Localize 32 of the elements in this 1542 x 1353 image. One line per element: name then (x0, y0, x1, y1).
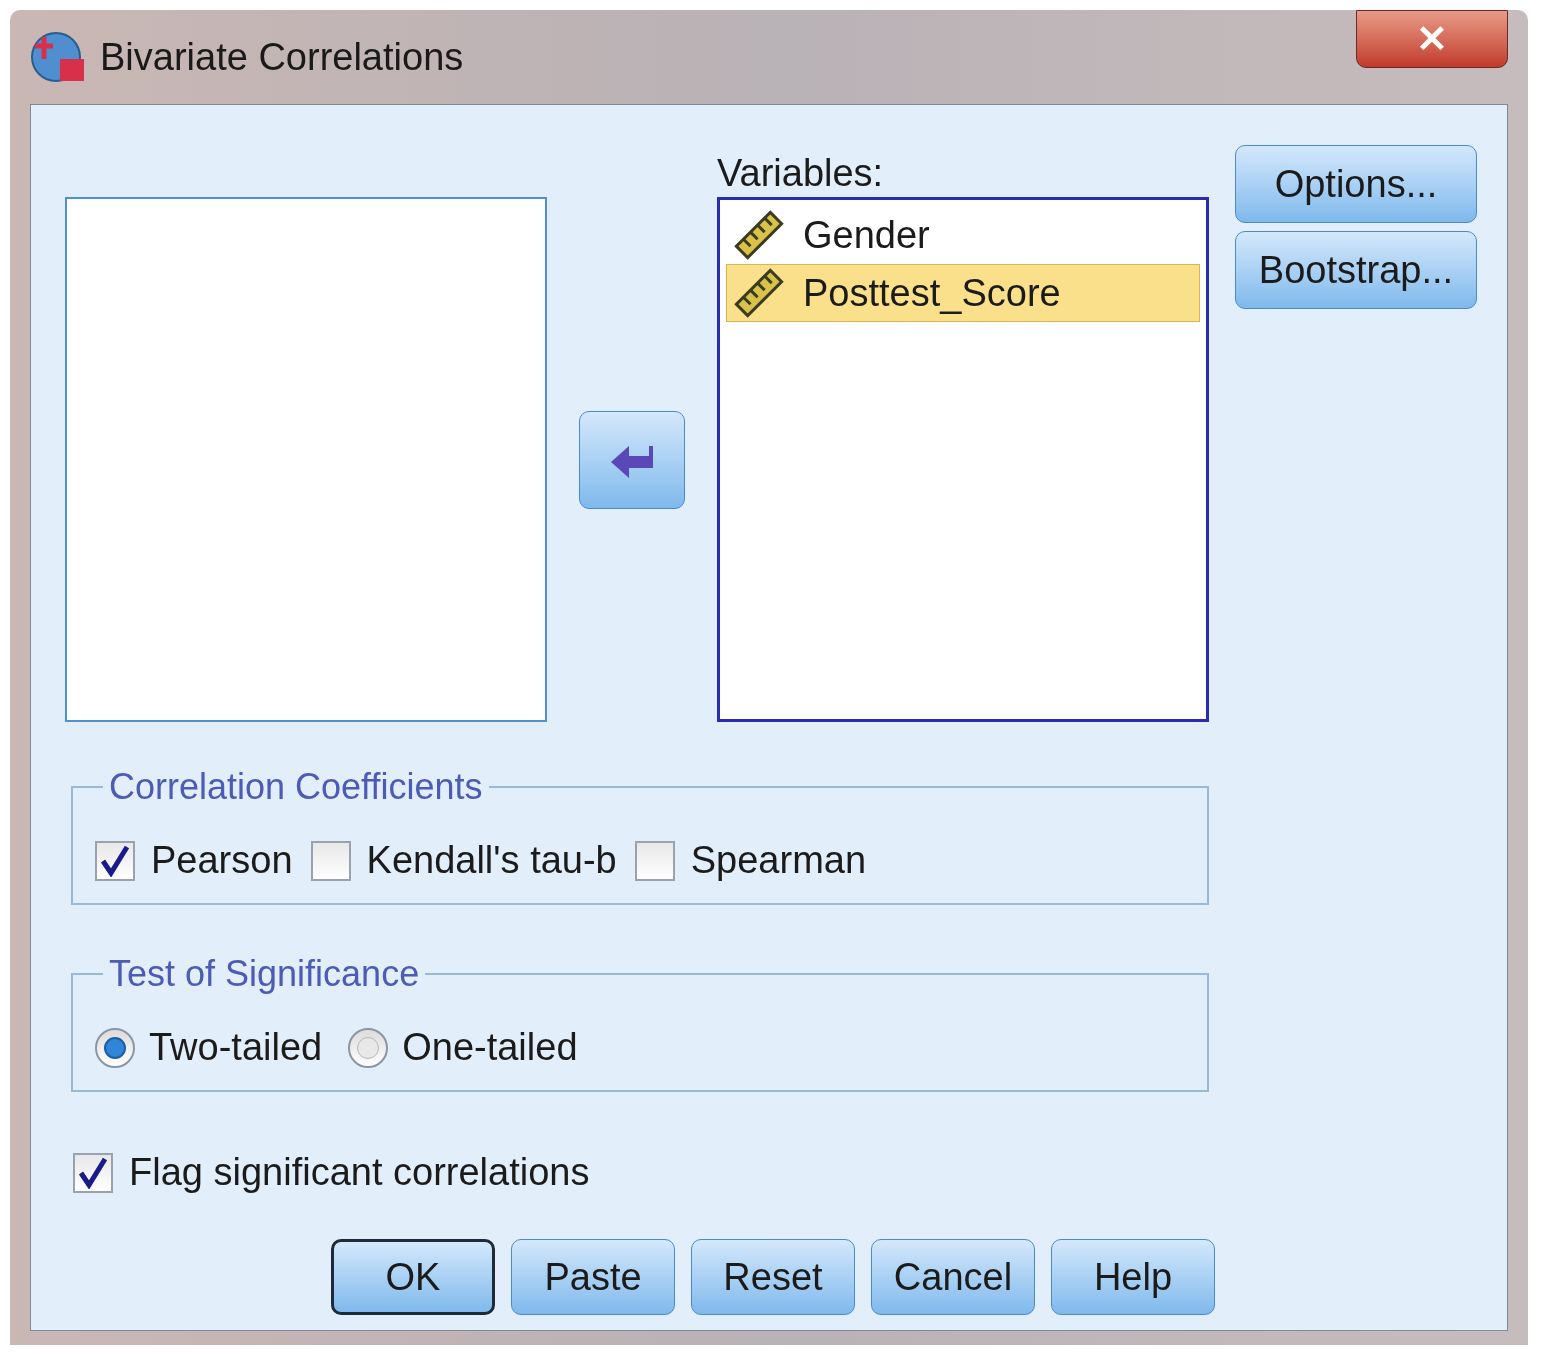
side-button[interactable]: Options... (1235, 145, 1477, 223)
checkbox[interactable] (310, 840, 351, 881)
variable-name: Posttest_Score (803, 270, 1061, 316)
checkbox[interactable] (73, 1152, 113, 1193)
group-title: Correlation Coefficients (108, 765, 484, 809)
radio-label: One-tailed (402, 1025, 578, 1070)
dialog-button[interactable]: Paste (511, 1239, 675, 1315)
variable-item[interactable]: Posttest_Score (726, 264, 1200, 322)
group-title: Test of Significance (108, 952, 421, 996)
checkbox-label: Spearman (690, 838, 867, 883)
app-icon (30, 29, 86, 85)
checkbox-label: Flag significant correlations (129, 1150, 590, 1195)
window-title: Bivariate Correlations (100, 34, 464, 80)
check-icon (99, 844, 131, 877)
dialog-button[interactable]: Cancel (871, 1239, 1035, 1315)
dialog-button[interactable]: OK (331, 1239, 495, 1315)
checkbox-label: Kendall's tau-b (366, 838, 617, 883)
side-button[interactable]: Bootstrap... (1235, 231, 1477, 309)
checkbox-label: Pearson (151, 838, 293, 883)
move-button[interactable] (578, 410, 685, 509)
radio-label: Two-tailed (149, 1025, 323, 1070)
checkbox[interactable] (95, 840, 135, 881)
radio-button[interactable] (348, 1027, 389, 1068)
variable-item[interactable]: Gender (726, 206, 1200, 264)
variables-label: Variables: (717, 151, 885, 196)
checkbox[interactable] (634, 840, 675, 881)
variables-list[interactable]: Gender Posttest_Score (717, 197, 1209, 722)
dialog-button[interactable]: Reset (691, 1239, 855, 1315)
variable-name: Gender (803, 212, 930, 258)
dialog-button[interactable]: Help (1051, 1239, 1215, 1315)
radio-button[interactable] (95, 1027, 135, 1068)
check-icon (77, 1156, 109, 1189)
